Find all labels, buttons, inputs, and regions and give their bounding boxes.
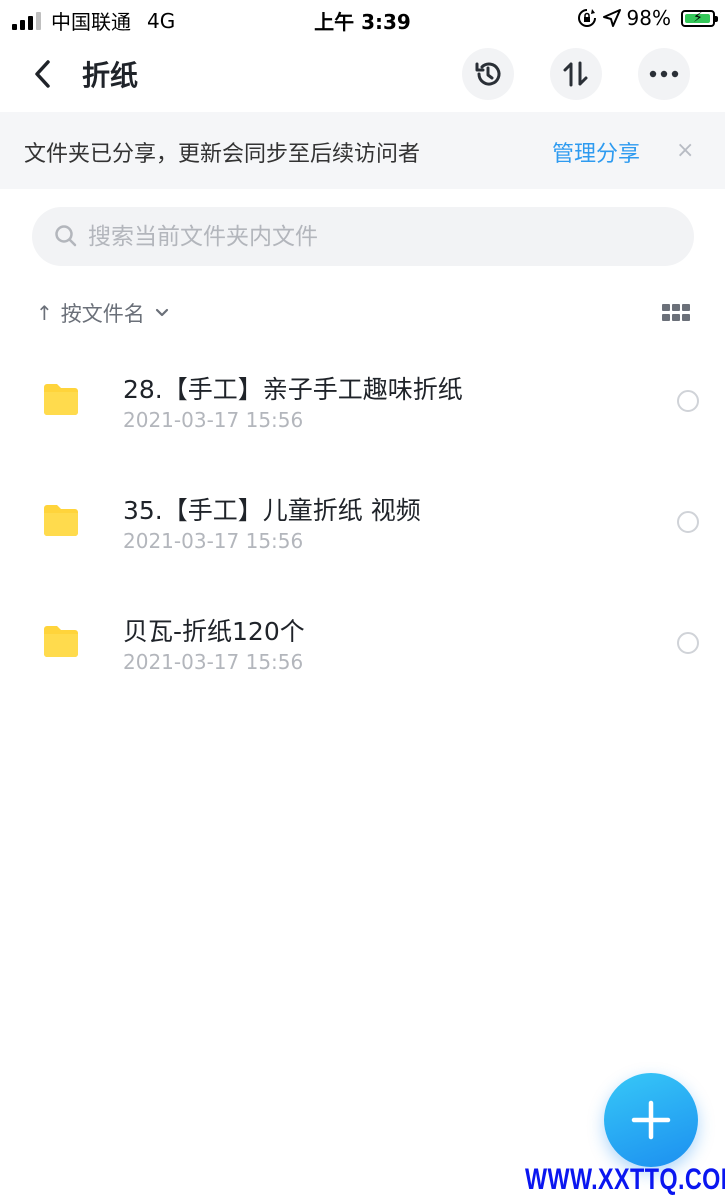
file-date: 2021-03-17 15:56 [123,529,304,553]
more-button[interactable] [638,48,690,100]
file-name: 28.【手工】亲子手工趣味折纸 [123,375,463,404]
status-bar: 中国联通 4G 上午 3:39 98% ⚡ [0,0,725,36]
history-icon [475,62,501,86]
battery-icon: ⚡ [681,9,718,27]
share-banner: 文件夹已分享，更新会同步至后续访问者 管理分享 × [0,112,725,189]
orientation-lock-icon [577,9,596,27]
manage-share-link[interactable]: 管理分享 [552,136,640,168]
more-icon [649,70,679,78]
list-item[interactable]: 28.【手工】亲子手工趣味折纸 2021-03-17 15:56 [0,340,725,460]
close-icon[interactable]: × [676,138,694,163]
page-title: 折纸 [82,59,139,92]
transfer-button[interactable] [550,48,602,100]
select-radio[interactable] [677,632,699,654]
battery-percent: 98% [626,6,671,30]
sort-direction-icon: ↑ [36,301,53,325]
plus-icon [631,1100,671,1140]
list-item[interactable]: 贝瓦-折纸120个 2021-03-17 15:56 [0,582,725,702]
search-input[interactable] [88,207,668,266]
folder-icon [44,626,78,657]
list-item[interactable]: 35.【手工】儿童折纸 视频 2021-03-17 15:56 [0,461,725,581]
share-notice-text: 文件夹已分享，更新会同步至后续访问者 [24,142,421,167]
back-icon [35,60,50,88]
chevron-down-icon [155,308,168,317]
search-bar[interactable] [32,207,694,266]
file-date: 2021-03-17 15:56 [123,408,304,432]
file-name: 贝瓦-折纸120个 [123,617,305,646]
select-radio[interactable] [677,511,699,533]
search-icon [55,225,77,247]
file-name: 35.【手工】儿童折纸 视频 [123,496,421,525]
watermark: WWW.XXTTQ.COM [525,1163,725,1196]
sort-label: 按文件名 [60,302,145,326]
add-button[interactable] [604,1073,698,1167]
sort-selector[interactable]: ↑ 按文件名 [36,298,169,328]
nav-bar: 折纸 [0,40,725,108]
file-date: 2021-03-17 15:56 [123,650,304,674]
grid-view-icon[interactable] [662,304,690,322]
folder-icon [44,505,78,536]
status-right: 98% ⚡ [577,6,718,30]
folder-icon [44,384,78,415]
history-button[interactable] [462,48,514,100]
location-icon [602,9,621,27]
select-radio[interactable] [677,390,699,412]
back-button[interactable] [28,54,64,94]
sort-toggle-icon [563,61,588,87]
